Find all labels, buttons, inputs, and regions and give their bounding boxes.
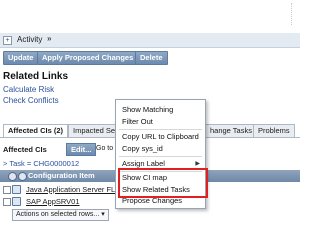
tab-change-tasks[interactable]: hange Tasks bbox=[205, 124, 257, 137]
activity-label: Activity bbox=[17, 35, 43, 44]
resize-grip[interactable] bbox=[291, 3, 298, 25]
list-title: Affected CIs bbox=[3, 145, 47, 154]
edit-button[interactable]: Edit... bbox=[66, 143, 97, 156]
menu-item-filter-out[interactable]: Filter Out bbox=[122, 117, 153, 126]
actions-select[interactable]: Actions on selected rows... ▾ bbox=[12, 209, 109, 221]
delete-button[interactable]: Delete bbox=[135, 51, 168, 65]
record-icon[interactable] bbox=[12, 197, 21, 206]
ci-link[interactable]: SAP AppSRV01 bbox=[26, 197, 80, 206]
update-button[interactable]: Update bbox=[3, 51, 39, 65]
filter-value-link[interactable]: CHG0000012 bbox=[33, 159, 79, 168]
goto-label: Go to bbox=[96, 145, 114, 152]
chevron-down-icon: ▾ bbox=[101, 211, 105, 218]
filter-field-label: Task = bbox=[9, 159, 32, 168]
column-header-configuration-item[interactable]: Configuration Item bbox=[28, 171, 95, 180]
filter-breadcrumb[interactable]: > Task = CHG0000012 bbox=[3, 159, 79, 168]
calculate-risk-link[interactable]: Calculate Risk bbox=[3, 85, 54, 94]
menu-separator bbox=[119, 156, 202, 157]
menu-separator bbox=[119, 129, 202, 130]
expand-icon[interactable]: + bbox=[3, 36, 12, 45]
related-links-title: Related Links bbox=[3, 71, 69, 82]
chevron-right-icon: > bbox=[3, 159, 8, 168]
submenu-arrow-icon: ▶ bbox=[195, 161, 200, 167]
actions-select-label: Actions on selected rows... bbox=[16, 211, 100, 218]
menu-item-copy-sysid[interactable]: Copy sys_id bbox=[122, 144, 163, 153]
annotation-highlight-box bbox=[118, 168, 208, 198]
apply-proposed-changes-button[interactable]: Apply Proposed Changes bbox=[37, 51, 139, 65]
check-conflicts-link[interactable]: Check Conflicts bbox=[3, 96, 59, 105]
menu-item-assign-label[interactable]: Assign Label bbox=[122, 159, 165, 168]
chevron-right-icon[interactable]: » bbox=[47, 34, 51, 43]
record-icon[interactable] bbox=[12, 185, 21, 194]
tab-affected-cis[interactable]: Affected CIs (2) bbox=[3, 124, 69, 138]
menu-item-copy-url[interactable]: Copy URL to Clipboard bbox=[122, 132, 199, 141]
settings-icon[interactable] bbox=[8, 172, 17, 181]
tab-problems[interactable]: Problems bbox=[253, 124, 295, 137]
ci-link[interactable]: Java Application Server FL bbox=[26, 185, 115, 194]
row-checkbox[interactable] bbox=[3, 198, 11, 206]
search-icon[interactable] bbox=[18, 172, 27, 181]
row-checkbox[interactable] bbox=[3, 186, 11, 194]
activity-section-header[interactable]: + Activity » bbox=[0, 33, 300, 48]
menu-item-show-matching[interactable]: Show Matching bbox=[122, 105, 173, 114]
notes-textarea[interactable] bbox=[0, 0, 300, 34]
